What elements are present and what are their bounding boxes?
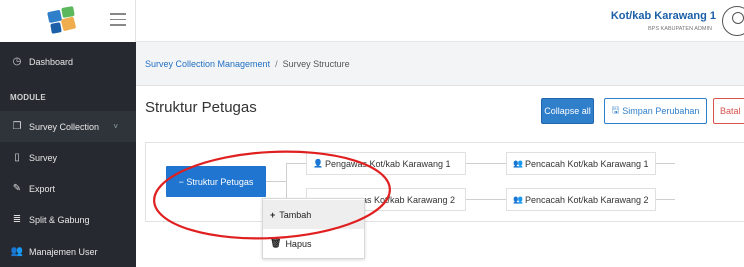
sidebar-item-export[interactable]: ✎ Export [0,173,136,204]
tree-root-node[interactable]: − Struktur Petugas [166,166,266,197]
save-changes-label: Simpan Perubahan [622,106,700,116]
tree-node-pencacah-1[interactable]: 👥 Pencacah Kot/kab Karawang 1 [506,152,656,175]
tree-connector [286,163,306,164]
sidebar-item-split-gabung[interactable]: ≣ Split & Gabung [0,204,136,235]
cancel-button[interactable]: Batal [713,98,744,124]
users-icon: 👥 [513,195,523,204]
logo-area [0,0,136,42]
tree-node-label: Pengawas Kot/kab Karawang 1 [324,158,451,169]
tree-node-label: Pencacah Kot/kab Karawang 1 [524,158,649,169]
tree-connector [286,163,287,200]
tree-node-label: Pencacah Kot/kab Karawang 2 [524,194,649,205]
tree-connector [266,181,286,182]
trash-icon: 🗑 [270,238,282,248]
collapse-all-button[interactable]: Collapse all [541,98,594,124]
node-context-menu: + Tambah 🗑 Hapus [262,198,365,259]
user-name[interactable]: Kot/kab Karawang 1 [611,10,716,22]
context-menu-add-label: Tambah [279,209,312,220]
edit-icon: ✎ [12,183,22,194]
tree-node-label: as Kot/kab Karawang 2 [362,194,456,205]
bps-logo [47,6,76,34]
plus-icon: + [270,209,276,220]
database-icon: ≣ [12,214,22,225]
context-menu-delete-label: Hapus [285,238,312,249]
menu-toggle-icon[interactable] [110,13,126,27]
breadcrumb-current: Survey Structure [282,58,350,69]
floppy-disk-icon: 🖫 [611,105,620,115]
copy-icon: ❐ [12,121,22,132]
module-section-label: MODULE [10,93,46,102]
sidebar-item-survey[interactable]: ▯ Survey [0,142,136,173]
context-menu-add[interactable]: + Tambah [263,200,364,229]
sidebar-item-dashboard[interactable]: ◷ Dashboard [0,46,136,77]
tree-connector [466,163,506,164]
sidebar-item-label: Survey [29,152,58,163]
sidebar-item-label: Dashboard [29,56,74,67]
chevron-down-icon: ˅ [113,122,118,131]
breadcrumb: Survey Collection Management / Survey St… [136,42,744,86]
users-icon: 👥 [10,246,24,257]
breadcrumb-separator: / [275,58,278,69]
tree-connector [466,199,506,200]
clock-icon: ◷ [12,56,22,67]
sidebar-item-label: Survey Collection [29,121,100,132]
top-header: Kot/kab Karawang 1 BPS KABUPATEN ADMIN [136,0,744,42]
user-role: BPS KABUPATEN ADMIN [648,26,712,32]
document-icon: ▯ [14,152,20,163]
sidebar-item-label: Manajemen User [29,246,98,257]
user-icon: 👤 [313,159,323,168]
tree-connector [655,163,675,164]
save-changes-button[interactable]: 🖫 Simpan Perubahan [604,98,707,124]
context-menu-delete[interactable]: 🗑 Hapus [263,229,364,258]
sidebar-item-survey-collection[interactable]: ❐ Survey Collection ˅ [0,111,136,142]
tree-connector [655,199,675,200]
users-icon: 👥 [513,159,523,168]
breadcrumb-parent-link[interactable]: Survey Collection Management [145,59,270,69]
avatar[interactable] [722,6,744,36]
sidebar-item-label: Split & Gabung [29,214,90,225]
sidebar-item-label: Export [29,183,56,194]
page-title: Struktur Petugas [145,99,257,116]
tree-node-pengawas-1[interactable]: 👤 Pengawas Kot/kab Karawang 1 [306,152,466,175]
tree-node-pencacah-2[interactable]: 👥 Pencacah Kot/kab Karawang 2 [506,188,656,211]
sidebar-item-manajemen-user[interactable]: 👥 Manajemen User [0,236,136,267]
